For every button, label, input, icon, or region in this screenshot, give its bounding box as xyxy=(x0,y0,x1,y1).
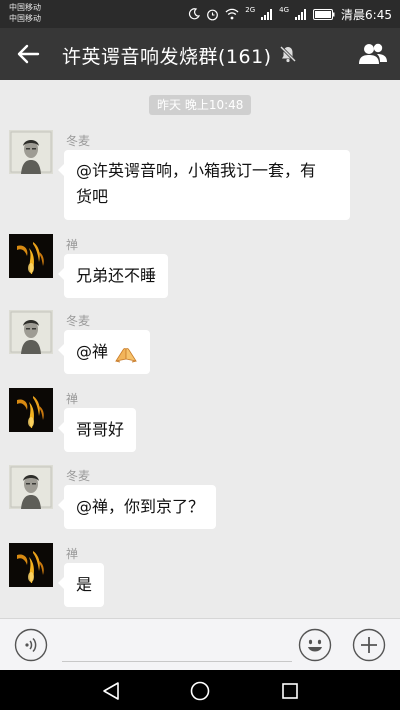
chat-area[interactable]: 昨天 晚上10:48 冬麦 @许英谔音响，小箱我订一套，有 货吧 禅 兄弟还不睡… xyxy=(0,80,400,618)
message-bubble[interactable]: @禅，你到京了？ xyxy=(57,485,217,529)
battery-icon xyxy=(313,8,335,20)
voice-icon[interactable] xyxy=(14,628,48,662)
message-bubble[interactable]: 兄弟还不睡 xyxy=(57,254,169,298)
sender-name: 冬麦 xyxy=(66,469,91,483)
avatar[interactable] xyxy=(9,543,53,587)
message-text: 哥哥好 xyxy=(76,420,125,439)
avatar[interactable] xyxy=(9,130,53,174)
group-members-icon[interactable] xyxy=(358,41,388,67)
plus-icon[interactable] xyxy=(352,628,386,662)
input-bar xyxy=(0,618,400,671)
message-bubble[interactable]: @禅 xyxy=(57,330,151,374)
system-nav-bar xyxy=(0,670,400,710)
message-input[interactable] xyxy=(62,661,292,662)
moon-icon xyxy=(189,8,201,20)
signal-icon-2 xyxy=(295,8,307,20)
message-text: 是 xyxy=(76,575,93,594)
message-text: @禅 xyxy=(76,342,109,361)
triangle-back-icon[interactable] xyxy=(100,680,122,702)
chat-title: 许英谔音响发烧群(161) xyxy=(62,46,272,68)
square-recent-icon[interactable] xyxy=(280,681,300,701)
status-bar: 中国移动 中国移动 2G 4G 清晨6:45 xyxy=(0,0,400,28)
praying-hands-emoji-icon xyxy=(115,348,137,363)
signal-icon-1 xyxy=(261,8,273,20)
carrier-label-1: 中国移动 xyxy=(9,3,41,12)
sender-name: 冬麦 xyxy=(66,314,91,328)
bell-off-icon xyxy=(279,45,297,63)
chat-header: 许英谔音响发烧群(161) xyxy=(0,28,400,80)
clock: 清晨6:45 xyxy=(341,7,392,22)
sender-name: 冬麦 xyxy=(66,134,91,148)
avatar[interactable] xyxy=(9,234,53,278)
carrier-labels: 中国移动 中国移动 xyxy=(9,2,41,24)
avatar[interactable] xyxy=(9,388,53,432)
back-arrow-icon[interactable] xyxy=(14,40,42,68)
smiley-icon[interactable] xyxy=(298,628,332,662)
sender-name: 禅 xyxy=(66,392,79,406)
avatar[interactable] xyxy=(9,310,53,354)
sender-name: 禅 xyxy=(66,547,79,561)
alarm-icon xyxy=(207,9,219,20)
status-icons: 2G 4G 清晨6:45 xyxy=(188,5,392,23)
message-bubble[interactable]: @许英谔音响，小箱我订一套，有 货吧 xyxy=(58,150,350,220)
message-bubble[interactable]: 是 xyxy=(57,563,105,607)
message-bubble[interactable]: 哥哥好 xyxy=(57,408,137,452)
circle-home-icon[interactable] xyxy=(189,680,211,702)
avatar[interactable] xyxy=(9,465,53,509)
message-text: @禅，你到京了？ xyxy=(76,497,205,516)
network-type-1: 2G xyxy=(245,6,256,14)
network-type-2: 4G xyxy=(279,6,290,14)
sender-name: 禅 xyxy=(66,238,79,252)
timestamp-chip: 昨天 晚上10:48 xyxy=(149,95,252,115)
message-text: 兄弟还不睡 xyxy=(76,266,157,285)
message-text-line-2: 货吧 xyxy=(76,187,109,206)
message-text-line-1: @许英谔音响，小箱我订一套，有 xyxy=(76,161,317,180)
carrier-label-2: 中国移动 xyxy=(9,14,41,23)
wifi-icon xyxy=(225,8,239,20)
